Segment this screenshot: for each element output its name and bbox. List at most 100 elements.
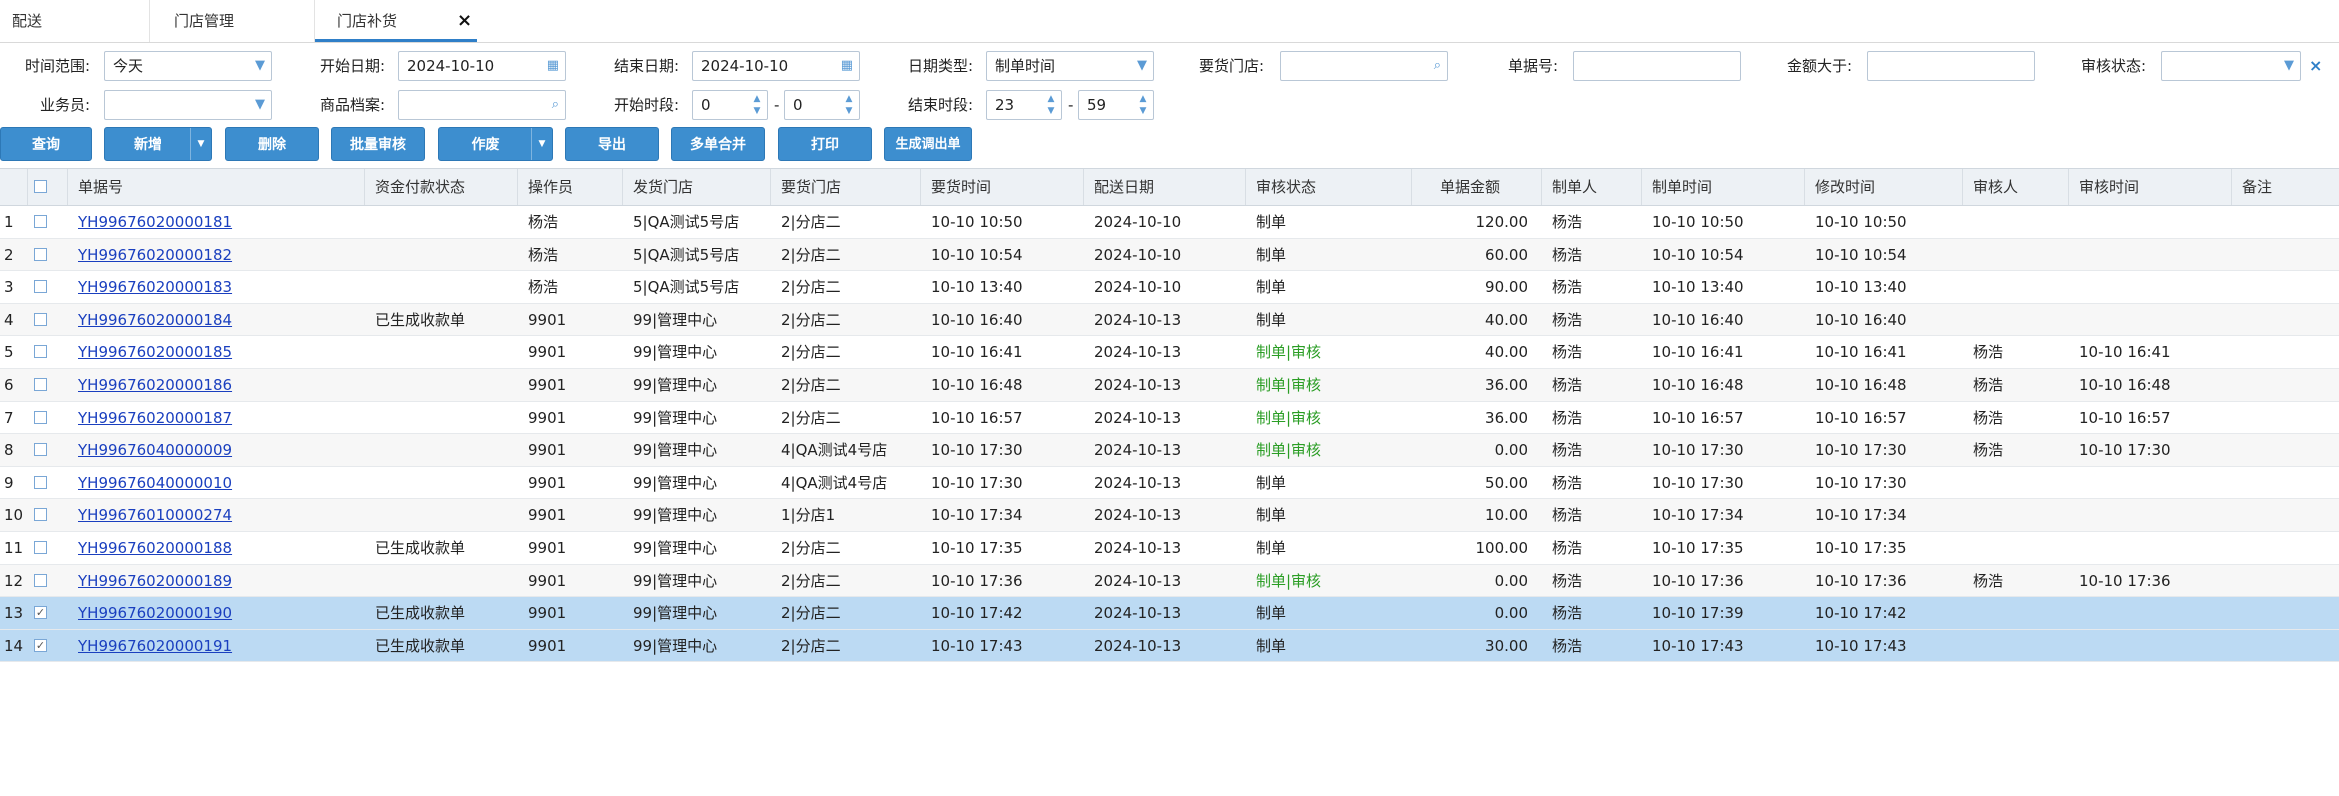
tab-store-replenishment[interactable]: 门店补货 bbox=[315, 0, 477, 42]
tab-store-management[interactable]: 门店管理 bbox=[150, 0, 315, 42]
spin-down-icon[interactable]: ▼ bbox=[843, 105, 855, 117]
new-button[interactable]: 新增 ▼ bbox=[104, 127, 212, 161]
spin-up-icon[interactable]: ▲ bbox=[1045, 93, 1057, 105]
doc-no-link-text[interactable]: YH99676020000187 bbox=[78, 409, 232, 427]
doc-no-link-text[interactable]: YH99676040000010 bbox=[78, 474, 232, 492]
tab-delivery[interactable]: 配送 bbox=[0, 0, 150, 42]
header-pay-status[interactable]: 资金付款状态 bbox=[365, 169, 518, 205]
start-period-hour[interactable]: 0 ▲ ▼ bbox=[692, 90, 768, 120]
table-row[interactable]: 7 YH99676020000187 9901 99|管理中心 2|分店二 10-10 1… bbox=[0, 402, 2339, 435]
audit-status-select[interactable]: ▼ bbox=[2161, 51, 2301, 81]
table-row[interactable]: 10 YH99676010000274 9901 99|管理中心 1|分店1 10-10 … bbox=[0, 499, 2339, 532]
delete-button[interactable]: 删除 bbox=[225, 127, 319, 161]
doc-no-link[interactable]: YH99676020000182 bbox=[68, 239, 232, 271]
header-request-time[interactable]: 要货时间 bbox=[921, 169, 1084, 205]
generate-transfer-button[interactable]: 生成调出单 bbox=[884, 127, 972, 161]
table-row[interactable]: 11 YH99676020000188 已生成收款单 9901 99|管理中心 2|分店二… bbox=[0, 532, 2339, 565]
doc-no-link-text[interactable]: YH99676020000191 bbox=[78, 637, 232, 655]
header-request-store[interactable]: 要货门店 bbox=[771, 169, 921, 205]
doc-no-link-text[interactable]: YH99676010000274 bbox=[78, 506, 232, 524]
export-button[interactable]: 导出 bbox=[565, 127, 659, 161]
doc-no-link[interactable]: YH99676020000191 bbox=[68, 630, 232, 662]
search-icon[interactable]: ⌕ bbox=[552, 91, 559, 119]
row-checkbox[interactable] bbox=[34, 345, 47, 359]
header-remark[interactable]: 备注 bbox=[2232, 169, 2339, 205]
doc-no-link-text[interactable]: YH99676020000184 bbox=[78, 311, 232, 329]
request-store-input[interactable]: ⌕ bbox=[1280, 51, 1448, 81]
header-delivery-date[interactable]: 配送日期 bbox=[1084, 169, 1246, 205]
doc-no-link-text[interactable]: YH99676020000183 bbox=[78, 278, 232, 296]
table-row[interactable]: 2 YH99676020000182 杨浩 5|QA测试5号店 2|分店二 10-10 1… bbox=[0, 238, 2339, 272]
doc-no-input[interactable] bbox=[1573, 51, 1741, 81]
merge-button[interactable]: 多单合并 bbox=[671, 127, 765, 161]
doc-no-link[interactable]: YH99676020000184 bbox=[68, 304, 232, 336]
table-row[interactable]: 8 YH99676040000009 9901 99|管理中心 4|QA测试4号店 10-… bbox=[0, 434, 2339, 467]
header-create-time[interactable]: 制单时间 bbox=[1642, 169, 1805, 205]
end-period-minute[interactable]: 59 ▲ ▼ bbox=[1078, 90, 1154, 120]
table-row[interactable]: 14 ✓ YH99676020000191 已生成收款单 9901 99|管理中心 2|分店… bbox=[0, 629, 2339, 663]
header-audit-status[interactable]: 审核状态 bbox=[1246, 169, 1412, 205]
header-ship-store[interactable]: 发货门店 bbox=[623, 169, 771, 205]
doc-no-link-text[interactable]: YH99676040000009 bbox=[78, 441, 232, 459]
time-range-select[interactable]: 今天 ▼ bbox=[104, 51, 272, 81]
header-doc-no[interactable]: 单据号 bbox=[68, 169, 365, 205]
doc-no-link[interactable]: YH99676020000186 bbox=[68, 369, 232, 401]
row-checkbox[interactable] bbox=[34, 215, 47, 228]
doc-no-link[interactable]: YH99676040000010 bbox=[68, 467, 232, 499]
table-row[interactable]: 12 YH99676020000189 9901 99|管理中心 2|分店二 10-10 … bbox=[0, 564, 2339, 598]
close-tab-icon[interactable]: × bbox=[457, 0, 472, 42]
product-input[interactable]: ⌕ bbox=[398, 90, 566, 120]
doc-no-link-text[interactable]: YH99676020000185 bbox=[78, 343, 232, 361]
row-checkbox[interactable] bbox=[34, 540, 47, 554]
clear-icon[interactable]: × bbox=[2309, 51, 2322, 81]
end-period-hour[interactable]: 23 ▲ ▼ bbox=[986, 90, 1062, 120]
header-modify-time[interactable]: 修改时间 bbox=[1805, 169, 1963, 205]
date-type-select[interactable]: 制单时间 ▼ bbox=[986, 51, 1154, 81]
doc-no-link-text[interactable]: YH99676020000190 bbox=[78, 604, 232, 622]
doc-no-link[interactable]: YH99676020000188 bbox=[68, 532, 232, 564]
row-checkbox[interactable] bbox=[34, 443, 47, 457]
row-checkbox[interactable] bbox=[34, 508, 47, 522]
doc-no-link[interactable]: YH99676020000190 bbox=[68, 597, 232, 629]
spin-down-icon[interactable]: ▼ bbox=[751, 105, 763, 117]
chevron-down-icon[interactable]: ▼ bbox=[531, 128, 552, 160]
doc-no-link[interactable]: YH99676020000189 bbox=[68, 565, 232, 597]
search-icon[interactable]: ⌕ bbox=[1434, 52, 1441, 80]
calendar-icon[interactable]: ▦ bbox=[841, 52, 853, 80]
row-checkbox[interactable] bbox=[34, 573, 47, 587]
spin-up-icon[interactable]: ▲ bbox=[1137, 93, 1149, 105]
doc-no-link[interactable]: YH99676020000187 bbox=[68, 402, 232, 434]
start-date-input[interactable]: 2024-10-10 ▦ bbox=[398, 51, 566, 81]
table-row[interactable]: 5 YH99676020000185 9901 99|管理中心 2|分店二 10-10 1… bbox=[0, 336, 2339, 369]
doc-no-link[interactable]: YH99676020000183 bbox=[68, 271, 232, 303]
spin-up-icon[interactable]: ▲ bbox=[843, 93, 855, 105]
select-all-checkbox[interactable] bbox=[34, 180, 47, 193]
batch-audit-button[interactable]: 批量审核 bbox=[331, 127, 425, 161]
row-checkbox[interactable] bbox=[34, 410, 47, 424]
spin-down-icon[interactable]: ▼ bbox=[1045, 105, 1057, 117]
start-period-minute[interactable]: 0 ▲ ▼ bbox=[784, 90, 860, 120]
doc-no-link[interactable]: YH99676010000274 bbox=[68, 499, 232, 531]
doc-no-link-text[interactable]: YH99676020000186 bbox=[78, 376, 232, 394]
table-row[interactable]: 4 YH99676020000184 已生成收款单 9901 99|管理中心 2|分店二 1… bbox=[0, 303, 2339, 337]
row-checkbox[interactable]: ✓ bbox=[34, 606, 47, 620]
row-checkbox[interactable] bbox=[34, 312, 47, 326]
spin-down-icon[interactable]: ▼ bbox=[1137, 105, 1149, 117]
row-checkbox[interactable] bbox=[34, 247, 47, 261]
row-checkbox[interactable] bbox=[34, 475, 47, 489]
header-amount[interactable]: 单据金额 bbox=[1412, 169, 1542, 205]
void-button[interactable]: 作废 ▼ bbox=[438, 127, 553, 161]
row-checkbox[interactable] bbox=[34, 280, 47, 294]
doc-no-link[interactable]: YH99676040000009 bbox=[68, 434, 232, 466]
salesman-select[interactable]: ▼ bbox=[104, 90, 272, 120]
doc-no-link-text[interactable]: YH99676020000182 bbox=[78, 246, 232, 264]
row-checkbox[interactable]: ✓ bbox=[34, 638, 47, 652]
calendar-icon[interactable]: ▦ bbox=[547, 52, 559, 80]
doc-no-link-text[interactable]: YH99676020000188 bbox=[78, 539, 232, 557]
print-button[interactable]: 打印 bbox=[778, 127, 872, 161]
table-row[interactable]: 3 YH99676020000183 杨浩 5|QA测试5号店 2|分店二 10-10 1… bbox=[0, 271, 2339, 304]
query-button[interactable]: 查询 bbox=[0, 127, 92, 161]
table-row[interactable]: 6 YH99676020000186 9901 99|管理中心 2|分店二 10-10 1… bbox=[0, 368, 2339, 402]
header-audit-time[interactable]: 审核时间 bbox=[2069, 169, 2232, 205]
row-checkbox[interactable] bbox=[34, 377, 47, 391]
